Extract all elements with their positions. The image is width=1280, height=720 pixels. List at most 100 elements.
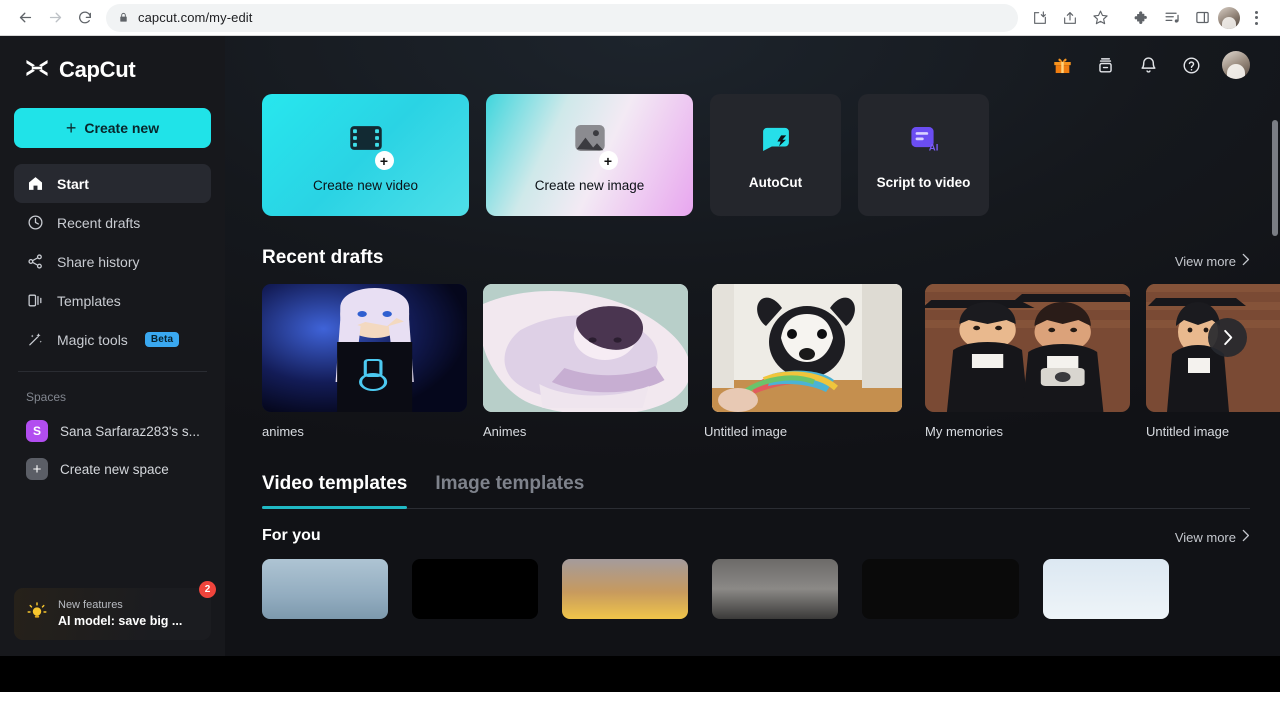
page-bottom-area [0,692,1280,720]
promo-banner[interactable]: New features AI model: save big ... 2 [14,581,216,640]
draft-name: Untitled image [704,424,788,439]
autocut-card[interactable]: AutoCut [710,94,841,216]
draft-card[interactable]: My memories [925,284,1130,439]
reading-list-icon[interactable] [1158,4,1186,32]
sidebar-item-label: Recent drafts [57,214,141,231]
address-bar[interactable]: capcut.com/my-edit [106,3,1018,32]
card-label: Create new video [312,178,419,193]
script-to-video-card[interactable]: AI Script to video [858,94,989,216]
draft-card[interactable]: Untitled image [704,284,909,439]
template-thumbnail[interactable] [1043,559,1169,619]
film-plus-icon: + [345,117,394,170]
create-new-video-card[interactable]: + Create new video [262,94,469,216]
view-more-label: View more [1174,253,1236,269]
sidebar-item-start[interactable]: Start [14,164,211,203]
reload-button[interactable] [70,3,100,33]
profile-avatar[interactable] [1218,6,1240,29]
space-item-personal[interactable]: S Sana Sarfaraz283's s... [14,412,211,450]
template-thumbnail[interactable] [712,559,838,619]
lightbulb-icon [26,601,48,628]
tab-image-templates[interactable]: Image templates [435,473,584,508]
section-title: Recent drafts [262,247,384,268]
download-icon[interactable] [1026,4,1054,32]
side-panel-icon[interactable] [1188,4,1216,32]
template-thumbnail[interactable] [562,559,688,619]
script-ai-icon: AI [906,121,942,162]
forward-button[interactable] [40,3,70,33]
sidebar-item-label: Magic tools [57,331,128,348]
app-header [225,36,1280,94]
draft-name: animes [262,424,304,439]
draft-card[interactable]: Animes [483,284,688,439]
recent-drafts-header: Recent drafts View more [262,247,1250,269]
sidebar-item-magic-tools[interactable]: Magic tools Beta [14,320,211,359]
back-button[interactable] [10,3,40,33]
draft-thumbnail [704,284,909,412]
plus-icon: + [374,151,394,170]
template-thumbnail[interactable] [412,559,538,619]
notification-bell-icon[interactable] [1136,53,1160,77]
section-title: For you [262,527,321,544]
capcut-logo[interactable]: CapCut [14,42,211,98]
thumbnail-art [925,284,1130,412]
plus-icon: + [26,458,48,480]
quick-actions: + Create new video + Create new image Au… [262,94,1250,216]
bookmark-star-icon[interactable] [1086,4,1114,32]
sidebar: CapCut + Create new Start Recent drafts [0,36,225,656]
sidebar-item-label: Start [57,175,89,192]
templates-icon [26,292,44,310]
thumbnail-art [711,284,902,412]
create-new-image-card[interactable]: + Create new image [486,94,693,216]
sidebar-divider [18,371,207,372]
template-thumbnail[interactable] [862,559,1019,619]
template-thumbnail[interactable] [262,559,388,619]
gift-icon[interactable] [1050,53,1074,77]
share-nodes-icon [26,253,44,271]
draft-thumbnail [483,284,688,412]
sidebar-item-templates[interactable]: Templates [14,281,211,320]
extensions-icon[interactable] [1128,4,1156,32]
templates-tabs: Video templates Image templates [262,473,1250,509]
create-new-button[interactable]: + Create new [14,108,211,148]
scrollbar-track[interactable] [1271,36,1280,656]
image-plus-icon: + [569,117,618,170]
avatar[interactable] [1222,51,1250,79]
create-new-label: Create new [84,120,160,136]
sidebar-nav: Start Recent drafts Share history Templa… [14,164,211,359]
cloud-storage-icon[interactable] [1093,53,1117,77]
card-label: AutoCut [748,174,803,190]
browser-toolbar: capcut.com/my-edit [0,0,1280,36]
chevron-right-icon [1241,529,1250,545]
sidebar-item-recent-drafts[interactable]: Recent drafts [14,203,211,242]
main-content: + Create new video + Create new image Au… [225,36,1280,656]
plus-icon: + [598,151,618,170]
draft-thumbnail [925,284,1130,412]
share-icon[interactable] [1056,4,1084,32]
sidebar-item-label: Templates [57,292,121,309]
carousel-next-button[interactable] [1208,318,1247,357]
tab-video-templates[interactable]: Video templates [262,473,408,509]
recent-drafts-view-more[interactable]: View more [1175,253,1250,269]
clock-icon [26,214,44,232]
sidebar-item-share-history[interactable]: Share history [14,242,211,281]
help-circle-icon[interactable] [1179,53,1203,77]
for-you-view-more[interactable]: View more [1175,529,1250,545]
home-icon [26,175,44,193]
viewport-bottom-bar [0,656,1280,692]
brand-name: CapCut [59,57,136,82]
chevron-right-icon [1241,253,1250,269]
draft-card[interactable]: Untitled image [1146,284,1280,439]
for-you-templates [262,559,1250,619]
scrollbar-thumb[interactable] [1272,120,1278,236]
autocut-bolt-icon [758,121,794,162]
capcut-mark-icon [24,58,50,83]
draft-card[interactable]: animes [262,284,467,439]
draft-name: Untitled image [1146,424,1230,439]
menu-kebab-icon[interactable] [1242,4,1270,32]
spaces-section-label: Spaces [26,390,67,404]
capcut-app: CapCut + Create new Start Recent drafts [0,36,1280,656]
recent-drafts-carousel: animes Animes Untitled image My memories… [262,284,1280,439]
create-new-space-button[interactable]: + Create new space [14,450,211,488]
draft-thumbnail [262,284,467,412]
for-you-header: For you View more [262,527,1250,545]
